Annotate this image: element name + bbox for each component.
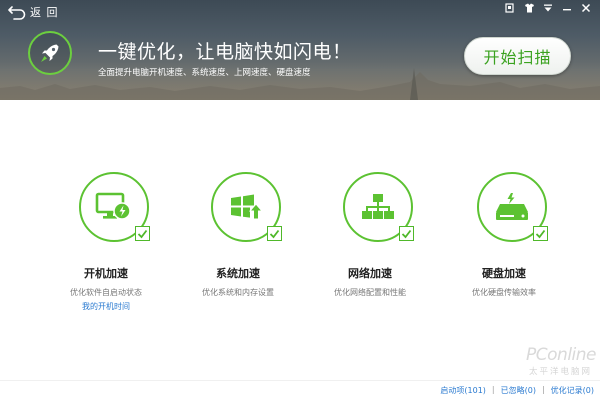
checkmark-icon xyxy=(137,229,148,238)
monitor-power-icon xyxy=(95,192,131,220)
skin-icon[interactable] xyxy=(502,1,518,15)
watermark-main: PConline xyxy=(526,345,596,365)
page-subline: 全面提升电脑开机速度、系统速度、上网速度、硬盘速度 xyxy=(98,68,311,78)
back-label: 返 回 xyxy=(30,6,59,19)
footer-links: 启动项(101) | 已忽略(0) | 优化记录(0) xyxy=(440,385,594,396)
minimize-icon[interactable] xyxy=(559,1,575,15)
feature-title: 网络加速 xyxy=(348,267,392,280)
watermark-logo: PConline 太平洋电脑网 xyxy=(486,345,596,385)
windows-up-icon xyxy=(231,194,264,220)
startup-items-link[interactable]: 启动项(101) xyxy=(440,385,486,396)
footer-separator: | xyxy=(491,385,495,394)
ignored-link[interactable]: 已忽略(0) xyxy=(501,385,536,396)
harddisk-icon xyxy=(496,193,528,220)
rocket-badge xyxy=(28,31,72,75)
rocket-icon xyxy=(41,44,59,62)
back-arrow-icon xyxy=(8,6,26,20)
feature-desc: 优化系统和内存设置 xyxy=(202,288,274,297)
feature-boot-speedup[interactable]: 开机加速 优化软件自启动状态 我的开机时间 xyxy=(46,170,166,315)
feature-network-speedup[interactable]: 网络加速 优化网络配置和性能 xyxy=(310,170,430,315)
my-boot-time-link[interactable]: 我的开机时间 xyxy=(46,301,166,312)
menu-arrow-icon[interactable] xyxy=(540,1,556,15)
feature-desc: 优化网络配置和性能 xyxy=(334,288,406,297)
feature-title: 开机加速 xyxy=(84,267,128,280)
feature-title: 硬盘加速 xyxy=(482,267,526,280)
app-window: 返 回 一键优化，让电脑快如闪电！ 全面提升电脑开机速度、系统速度、上网速度、硬… xyxy=(0,0,600,400)
optimize-history-link[interactable]: 优化记录(0) xyxy=(551,385,594,396)
checkmark-icon xyxy=(535,229,546,238)
checkmark-icon xyxy=(401,229,412,238)
back-button[interactable]: 返 回 xyxy=(8,3,59,21)
start-scan-button[interactable]: 开始扫描 xyxy=(464,37,571,75)
shirt-icon[interactable] xyxy=(521,1,537,15)
feature-desc: 优化软件自启动状态 xyxy=(70,288,142,297)
watermark-sub: 太平洋电脑网 xyxy=(528,367,592,377)
page-headline: 一键优化，让电脑快如闪电！ xyxy=(98,41,352,63)
feature-disk-speedup[interactable]: 硬盘加速 优化硬盘传输效率 xyxy=(444,170,564,315)
close-icon[interactable] xyxy=(578,1,594,15)
footer-separator: | xyxy=(541,385,545,394)
checked-checkbox[interactable] xyxy=(533,226,548,241)
window-controls xyxy=(502,1,594,15)
feature-desc: 优化硬盘传输效率 xyxy=(472,288,536,297)
network-icon xyxy=(362,194,394,219)
feature-title: 系统加速 xyxy=(216,267,260,280)
footer-divider xyxy=(0,380,600,381)
header-banner: 返 回 一键优化，让电脑快如闪电！ 全面提升电脑开机速度、系统速度、上网速度、硬… xyxy=(0,0,600,100)
checked-checkbox[interactable] xyxy=(399,226,414,241)
checked-checkbox[interactable] xyxy=(135,226,150,241)
checkmark-icon xyxy=(269,229,280,238)
start-scan-label: 开始扫描 xyxy=(483,48,552,67)
checked-checkbox[interactable] xyxy=(267,226,282,241)
feature-system-speedup[interactable]: 系统加速 优化系统和内存设置 xyxy=(178,170,298,315)
